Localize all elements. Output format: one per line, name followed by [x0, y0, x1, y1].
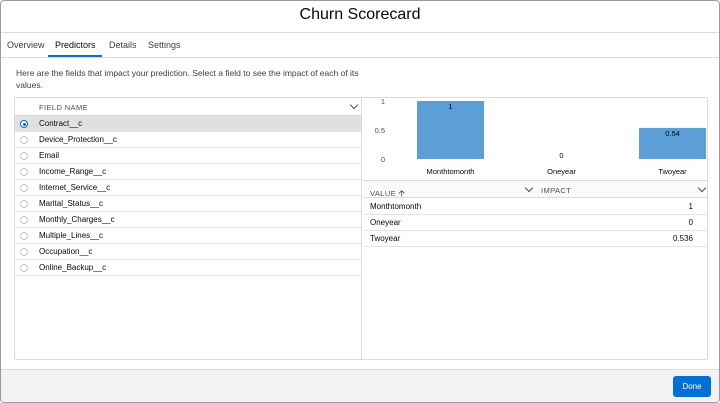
modal-footer: Done — [1, 369, 719, 402]
predictors-panel: FIELD NAME Contract__c Device_Protection_… — [14, 97, 708, 360]
tab-bar: Overview Predictors Details Settings — [1, 33, 719, 58]
done-button[interactable]: Done — [673, 376, 711, 397]
y-tick-label: 0 — [381, 155, 385, 164]
field-name-label: Multiple_Lines__c — [39, 231, 104, 240]
field-name-header-label: FIELD NAME — [39, 103, 89, 112]
field-list-item[interactable]: Occupation__c — [15, 244, 361, 260]
chevron-down-icon[interactable] — [349, 100, 359, 110]
table-row: Monthtomonth 1 — [363, 199, 707, 215]
field-name-label: Online_Backup__c — [39, 263, 107, 272]
field-name-label: Marital_Status__c — [39, 199, 104, 208]
radio-button[interactable] — [20, 120, 28, 128]
chevron-down-icon[interactable] — [697, 183, 707, 193]
field-list-item[interactable]: Marital_Status__c — [15, 196, 361, 212]
field-list-item[interactable]: Multiple_Lines__c — [15, 228, 361, 244]
bar-data-label: 1 — [448, 102, 452, 111]
radio-button[interactable] — [20, 200, 28, 208]
field-list-item[interactable]: Contract__c — [15, 116, 361, 132]
impact-bar-chart: 1 0.5 0 1 Monthtomonth 0 Oneyear 0.54 Twoyear — [375, 98, 706, 176]
bar-data-label: 0.54 — [665, 129, 680, 138]
value-cell: Twoyear — [370, 234, 401, 243]
tab-details[interactable]: Details — [109, 40, 137, 50]
radio-button[interactable] — [20, 264, 28, 272]
field-name-label: Internet_Service__c — [39, 183, 111, 192]
radio-button[interactable] — [20, 152, 28, 160]
value-cell: Monthtomonth — [370, 202, 422, 211]
x-tick-label: Monthtomonth — [427, 167, 475, 176]
impact-cell: 0.536 — [672, 234, 693, 243]
modal-title: Churn Scorecard — [299, 6, 421, 23]
modal-header: Churn Scorecard — [1, 1, 719, 33]
arrow-up-icon: 🡩 — [398, 188, 406, 198]
field-name-label: Income_Range__c — [39, 167, 107, 176]
impact-table-header: VALUE 🡩 IMPACT — [363, 180, 707, 198]
predictors-description: Here are the fields that impact your pre… — [16, 68, 359, 90]
modal-body: Here are the fields that impact your pre… — [1, 59, 719, 369]
field-list-item[interactable]: Monthly_Charges__c — [15, 212, 361, 228]
impact-panel: 1 0.5 0 1 Monthtomonth 0 Oneyear 0.54 Twoyear VA… — [363, 98, 707, 359]
field-name-header[interactable]: FIELD NAME — [15, 98, 361, 116]
field-list-item[interactable]: Email — [15, 148, 361, 164]
radio-button[interactable] — [20, 184, 28, 192]
value-column-label: VALUE — [370, 189, 397, 198]
field-list-panel: FIELD NAME Contract__c Device_Protection_… — [15, 98, 362, 359]
table-row: Twoyear 0.536 — [363, 231, 707, 247]
field-list-item[interactable]: Device_Protection__c — [15, 132, 361, 148]
value-cell: Oneyear — [370, 218, 401, 227]
field-name-label: Device_Protection__c — [39, 135, 117, 144]
radio-button[interactable] — [20, 168, 28, 176]
chevron-down-icon[interactable] — [524, 183, 534, 193]
tab-overview[interactable]: Overview — [7, 40, 45, 50]
field-name-label: Email — [39, 151, 60, 160]
x-tick-label: Oneyear — [547, 167, 576, 176]
bar-data-label: 0 — [559, 151, 563, 160]
impact-column-header[interactable]: IMPACT — [541, 186, 571, 195]
field-list-item[interactable]: Income_Range__c — [15, 164, 361, 180]
field-name-label: Contract__c — [39, 119, 83, 128]
x-tick-label: Twoyear — [658, 167, 687, 176]
field-name-label: Monthly_Charges__c — [39, 215, 115, 224]
impact-cell: 1 — [688, 202, 693, 211]
y-tick-label: 0.5 — [375, 126, 385, 135]
active-tab-indicator — [48, 55, 102, 57]
radio-button[interactable] — [20, 216, 28, 224]
table-row: Oneyear 0 — [363, 215, 707, 231]
radio-button[interactable] — [20, 248, 28, 256]
impact-cell: 0 — [688, 218, 693, 227]
field-name-label: Occupation__c — [39, 247, 93, 256]
field-list-item[interactable]: Online_Backup__c — [15, 260, 361, 276]
churn-scorecard-modal: Churn Scorecard Overview Predictors Deta… — [0, 0, 720, 403]
tab-settings[interactable]: Settings — [148, 40, 181, 50]
tab-predictors[interactable]: Predictors — [55, 40, 96, 50]
field-list-item[interactable]: Internet_Service__c — [15, 180, 361, 196]
radio-button[interactable] — [20, 136, 28, 144]
radio-button[interactable] — [20, 232, 28, 240]
y-tick-label: 1 — [381, 98, 385, 106]
